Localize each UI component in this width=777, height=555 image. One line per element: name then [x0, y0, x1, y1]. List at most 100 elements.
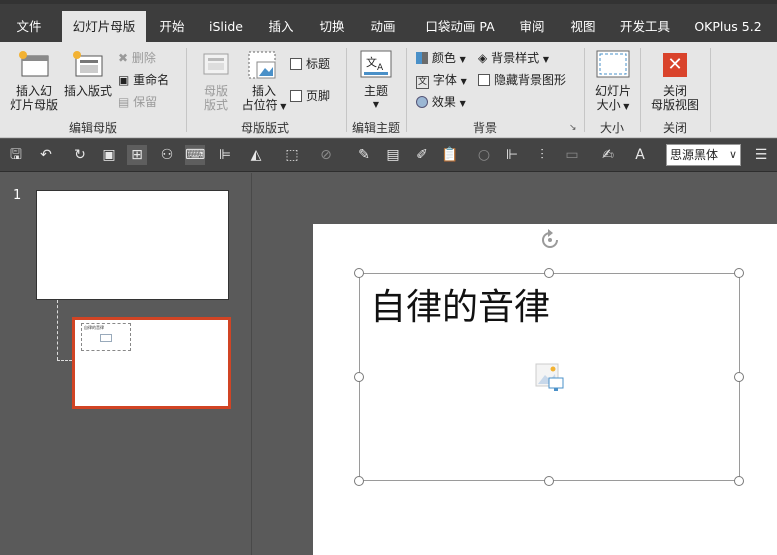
ribbon-tab-bar: 文件 幻灯片母版 开始 iSlide 插入 切换 动画 口袋动画 PA 审阅 视…: [0, 0, 777, 42]
dialog-launcher-icon[interactable]: ↘: [569, 120, 577, 136]
merge-shapes-icon[interactable]: ⊘: [316, 145, 336, 165]
keyboard-icon[interactable]: ⌨: [185, 145, 205, 165]
tab-file[interactable]: 文件: [6, 11, 52, 42]
resize-handle-middle-left[interactable]: [354, 372, 364, 382]
insert-picture-icon[interactable]: [535, 363, 565, 393]
tab-transitions[interactable]: 切换: [312, 11, 352, 42]
resize-handle-middle-right[interactable]: [734, 372, 744, 382]
slide-master-thumbnail[interactable]: [36, 190, 229, 300]
hide-background-checkbox[interactable]: 隐藏背景图形: [478, 72, 566, 88]
footer-checkbox[interactable]: 页脚: [290, 88, 330, 104]
master-layout-label-1: 母版: [203, 84, 228, 98]
resize-handle-bottom-left[interactable]: [354, 476, 364, 486]
chevron-down-icon: ▼: [459, 55, 466, 64]
master-layout-button[interactable]: 母版 版式: [196, 84, 236, 112]
chevron-down-icon: ▼: [372, 100, 380, 109]
font-color-icon[interactable]: A: [630, 145, 650, 165]
theme-icon: 文A: [360, 50, 392, 80]
insert-placeholder-label-1: 插入: [251, 84, 276, 98]
group-separator: [640, 48, 641, 132]
tab-developer[interactable]: 开发工具: [614, 11, 676, 42]
rotate-flip-icon[interactable]: ◭: [246, 145, 266, 165]
checkbox-box: [290, 90, 302, 102]
tab-slide-master[interactable]: 幻灯片母版: [62, 11, 146, 42]
edit-points-icon[interactable]: ⬚: [282, 145, 302, 165]
delete-button[interactable]: ✖ 删除: [118, 50, 156, 66]
theme-button[interactable]: 主题 ▼: [356, 84, 396, 112]
picture-icon[interactable]: ▭: [562, 145, 582, 165]
color-palette-icon: [416, 52, 428, 64]
hide-bg-label: 隐藏背景图形: [494, 73, 567, 87]
paste-icon[interactable]: 📋: [440, 145, 460, 165]
group-separator: [346, 48, 347, 132]
group-label-edit-master: 编辑母版: [68, 121, 117, 135]
insert-placeholder-button[interactable]: 插入 占位符 ▼: [238, 84, 290, 114]
master-layout-icon: [202, 52, 230, 78]
thumbnail-pane: 1 自律的音律: [0, 173, 252, 555]
align-icon[interactable]: ⊫: [215, 145, 235, 165]
colors-button[interactable]: 颜色 ▼: [416, 50, 466, 68]
brush-icon[interactable]: ✐: [412, 145, 432, 165]
format-painter-icon[interactable]: ✎: [354, 145, 374, 165]
placeholder-title-text[interactable]: 自律的音律: [370, 278, 550, 330]
slide-size-button[interactable]: 幻灯片 大小 ▼: [590, 84, 636, 114]
tab-animations[interactable]: 动画: [364, 11, 402, 42]
slide-number: 1: [13, 188, 22, 203]
font-icon: 文: [416, 76, 429, 89]
tab-islide[interactable]: iSlide: [204, 11, 248, 42]
text-box-icon[interactable]: ▤: [383, 145, 403, 165]
layout-thumbnail-selected[interactable]: 自律的音律: [72, 317, 231, 409]
slideshow-icon[interactable]: ▣: [99, 145, 119, 165]
bullet-list-icon[interactable]: ☰: [751, 145, 771, 165]
resize-handle-top-center[interactable]: [544, 268, 554, 278]
font-name-select[interactable]: 思源黑体 ∨: [666, 144, 741, 166]
preserve-button[interactable]: ▤ 保留: [118, 94, 157, 110]
tab-view[interactable]: 视图: [564, 11, 602, 42]
undo-icon[interactable]: ↶: [36, 145, 56, 165]
fonts-button[interactable]: 文 字体 ▼: [416, 72, 467, 90]
selection-pane-icon[interactable]: ⊞: [127, 145, 147, 165]
chart-icon[interactable]: ⫶: [532, 145, 552, 165]
insert-placeholder-label-2: 占位符: [241, 98, 278, 112]
shape-circle-icon[interactable]: ○: [474, 145, 494, 165]
tab-home[interactable]: 开始: [152, 11, 192, 42]
tab-insert[interactable]: 插入: [262, 11, 300, 42]
chevron-down-icon: ▼: [542, 55, 550, 64]
background-styles-button[interactable]: ◈ 背景样式 ▼: [478, 50, 549, 68]
group-label-size: 大小: [599, 121, 624, 135]
tab-pocket-animation[interactable]: 口袋动画 PA: [420, 11, 500, 42]
insert-layout-button[interactable]: 插入版式: [60, 84, 116, 98]
preserve-label: 保留: [133, 95, 158, 109]
window-top-strip: [0, 0, 777, 4]
insert-master-label-2: 灯片母版: [9, 98, 58, 112]
mini-picture-icon: [100, 334, 112, 342]
tab-review[interactable]: 审阅: [512, 11, 552, 42]
close-master-view-button[interactable]: 关闭 母版视图: [646, 84, 704, 112]
redo-icon[interactable]: ↻: [70, 145, 90, 165]
delete-icon: ✖: [118, 51, 129, 65]
group-label-edit-theme: 编辑主题: [351, 121, 400, 135]
effects-button[interactable]: 效果 ▼: [416, 94, 466, 112]
resize-handle-bottom-right[interactable]: [734, 476, 744, 486]
footer-check-label: 页脚: [306, 89, 331, 103]
rotate-handle-icon[interactable]: [538, 228, 562, 252]
group-label-master-layout: 母版版式: [240, 121, 289, 135]
resize-handle-bottom-center[interactable]: [544, 476, 554, 486]
distribute-icon[interactable]: ⊩: [502, 145, 522, 165]
resize-handle-top-right[interactable]: [734, 268, 744, 278]
tab-okplus[interactable]: OKPlus 5.2: [688, 11, 768, 42]
checkbox-box: [290, 58, 302, 70]
slide-size-label-2: 大小: [596, 98, 621, 112]
effects-label: 效果: [431, 95, 456, 109]
resize-handle-top-left[interactable]: [354, 268, 364, 278]
ribbon: 插入幻 灯片母版 插入版式 ✖ 删除 ▣ 重命名 ▤ 保留 编辑母版 母版 版式…: [0, 42, 777, 138]
group-separator: [406, 48, 407, 132]
title-checkbox[interactable]: 标题: [290, 56, 330, 72]
title-check-label: 标题: [306, 57, 331, 71]
save-icon[interactable]: 🖫: [6, 145, 26, 165]
insert-slide-master-button[interactable]: 插入幻 灯片母版: [8, 84, 60, 112]
group-label-close: 关闭: [662, 121, 687, 135]
pen-icon[interactable]: ✍: [598, 145, 618, 165]
rename-button[interactable]: ▣ 重命名: [118, 72, 169, 88]
animation-painter-icon[interactable]: ⚇: [157, 145, 177, 165]
